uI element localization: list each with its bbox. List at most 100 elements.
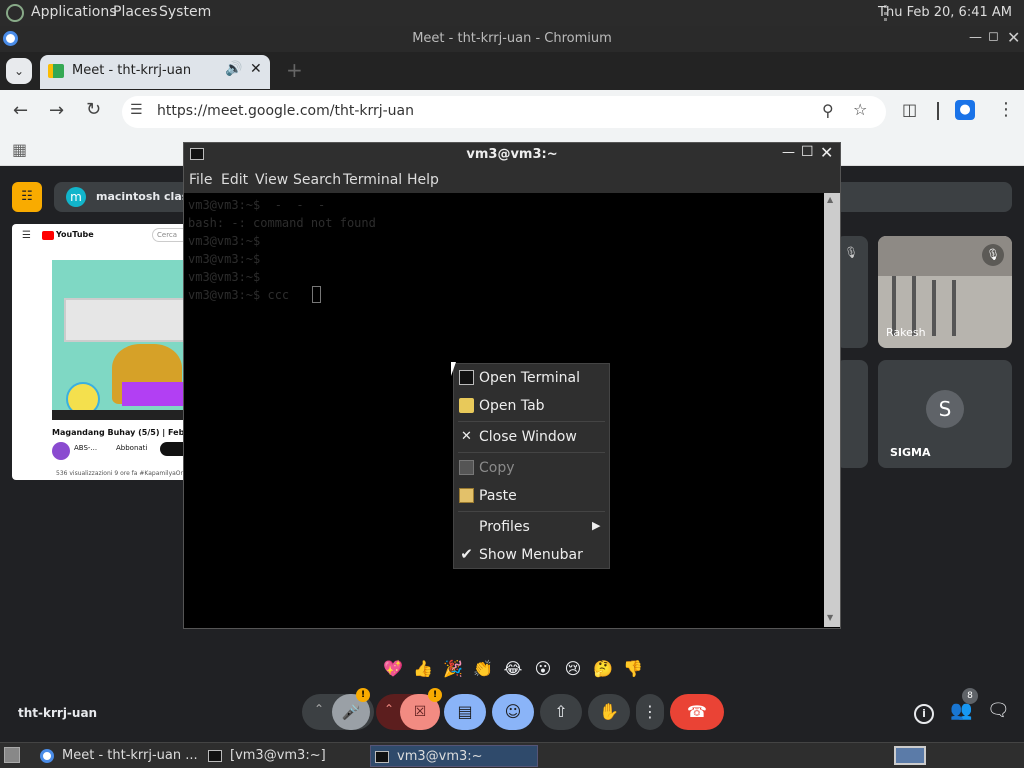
warning-badge-icon: ! xyxy=(356,688,370,702)
terminal-menubar: File Edit View Search Terminal Help xyxy=(184,167,840,193)
reaction-thumbs-down-icon[interactable]: 👎 xyxy=(620,656,646,682)
participant-name: Rakesh xyxy=(886,326,926,339)
profile-icon[interactable]: ● xyxy=(955,100,975,120)
terminal-scrollbar[interactable]: ▲ ▼ xyxy=(824,193,840,627)
video-title: Magandang Buhay (5/5) | Februa xyxy=(52,428,190,437)
omnibox[interactable]: ☰ https://meet.google.com/tht-krrj-uan ⚲… xyxy=(122,96,886,128)
menu-edit[interactable]: Edit xyxy=(221,172,248,188)
site-info-icon[interactable]: ☰ xyxy=(130,102,143,118)
reaction-heart-icon[interactable]: 💖 xyxy=(380,656,406,682)
new-tab-icon[interactable]: + xyxy=(286,58,303,82)
menu-label: Profiles xyxy=(479,519,530,535)
reaction-party-icon[interactable]: 🎉 xyxy=(440,656,466,682)
present-button[interactable]: ⇧ xyxy=(540,694,582,730)
youtube-logo-text: YouTube xyxy=(56,230,94,239)
menu-paste[interactable]: Paste xyxy=(454,483,609,509)
presenter-badge-icon: ☷ xyxy=(12,182,42,212)
show-desktop-icon[interactable] xyxy=(4,747,20,763)
taskbar-item-chromium[interactable]: Meet - tht-krrj-uan ... xyxy=(36,745,202,767)
taskbar-item-terminal-1[interactable]: [vm3@vm3:~] xyxy=(204,745,366,767)
close-icon[interactable]: ✕ xyxy=(820,143,833,162)
camera-options-icon[interactable]: ⌃ xyxy=(384,702,394,716)
chromium-icon xyxy=(40,749,54,763)
menu-profiles[interactable]: Profiles ▶ xyxy=(454,514,609,540)
reaction-clap-icon[interactable]: 👏 xyxy=(470,656,496,682)
terminal-context-menu: Open Terminal Open Tab ✕ Close Window Co… xyxy=(453,363,610,569)
mic-off-icon: 🎙 xyxy=(982,244,1004,266)
menu-show-menubar[interactable]: ✔ Show Menubar xyxy=(454,542,609,568)
workspace-switcher[interactable] xyxy=(894,746,926,765)
captions-button[interactable]: ▤ xyxy=(444,694,486,730)
clock[interactable]: Thu Feb 20, 6:41 AM xyxy=(878,5,1012,20)
taskbar-label: vm3@vm3:~ xyxy=(397,749,483,764)
bookmark-star-icon[interactable]: ☆ xyxy=(853,100,867,119)
taskbar-label: Meet - tht-krrj-uan ... xyxy=(62,748,198,763)
tab-list-button[interactable]: ⌄ xyxy=(6,58,32,84)
minimize-icon[interactable]: — xyxy=(969,30,982,45)
leave-call-button[interactable]: ☎ xyxy=(670,694,724,730)
extensions-icon[interactable]: ◫ xyxy=(902,100,917,119)
participant-tile-sigma[interactable]: S SIGMA xyxy=(878,360,1012,468)
close-icon: ✕ xyxy=(461,429,472,444)
terminal-icon xyxy=(375,751,389,763)
forward-icon[interactable]: → xyxy=(49,100,64,121)
reactions-button[interactable]: ☺ xyxy=(492,694,534,730)
info-icon[interactable]: i xyxy=(914,704,934,724)
mic-options-icon[interactable]: ⌃ xyxy=(314,702,324,716)
menu-terminal[interactable]: Terminal xyxy=(343,172,402,188)
reaction-laugh-icon[interactable]: 😂 xyxy=(500,656,526,682)
gnome-foot-icon[interactable] xyxy=(6,4,24,22)
taskbar-item-terminal-2[interactable]: vm3@vm3:~ xyxy=(370,745,538,767)
reaction-sad-icon[interactable]: 😢 xyxy=(560,656,586,682)
submenu-arrow-icon: ▶ xyxy=(592,519,601,532)
channel-avatar xyxy=(52,442,70,460)
channel-name: ABS-... xyxy=(74,444,98,452)
menu-open-terminal[interactable]: Open Terminal xyxy=(454,365,609,391)
copy-icon xyxy=(459,460,474,475)
terminal-icon xyxy=(459,370,474,385)
url-text[interactable]: https://meet.google.com/tht-krrj-uan xyxy=(157,103,414,119)
places-menu[interactable]: Places xyxy=(113,4,158,20)
terminal-line: vm3@vm3:~$ xyxy=(188,252,261,266)
menu-open-tab[interactable]: Open Tab xyxy=(454,393,609,419)
subscribe-button: Abbonati xyxy=(116,444,148,452)
menu-label: Copy xyxy=(479,460,515,476)
reaction-thinking-icon[interactable]: 🤔 xyxy=(590,656,616,682)
menu-help[interactable]: Help xyxy=(407,172,439,188)
system-menu[interactable]: System xyxy=(159,4,211,20)
terminal-line: vm3@vm3:~$ xyxy=(188,270,261,284)
terminal-titlebar[interactable]: vm3@vm3:~ — ☐ ✕ xyxy=(184,143,840,167)
chat-icon[interactable]: 🗨 xyxy=(987,700,1010,721)
maximize-icon[interactable]: ☐ xyxy=(801,144,814,160)
menu-file[interactable]: File xyxy=(189,172,212,188)
terminal-line: vm3@vm3:~$ ccc xyxy=(188,288,290,302)
minimize-icon[interactable]: — xyxy=(782,145,795,160)
participant-name: SIGMA xyxy=(890,446,931,459)
applications-menu[interactable]: Applications xyxy=(31,4,117,20)
speaker-icon[interactable]: 🔊 xyxy=(225,61,242,77)
menu-search[interactable]: Search xyxy=(293,172,341,188)
reaction-thumbs-up-icon[interactable]: 👍 xyxy=(410,656,436,682)
taskbar-label: [vm3@vm3:~] xyxy=(230,748,326,763)
menu-separator xyxy=(458,511,605,512)
tab-meet[interactable]: Meet - tht-krrj-uan 🔊 ✕ xyxy=(40,55,270,89)
zoom-icon[interactable]: ⚲ xyxy=(822,101,834,120)
participant-tile-rakesh[interactable]: 🎙 Rakesh xyxy=(878,236,1012,348)
views-line: 536 visualizzazioni 9 ore fa #KapamilyaO… xyxy=(56,470,188,477)
menu-close-window[interactable]: ✕ Close Window xyxy=(454,424,609,450)
tab-close-icon[interactable]: ✕ xyxy=(250,61,262,77)
raise-hand-button[interactable]: ✋ xyxy=(588,694,630,730)
more-options-icon[interactable]: ⋮ xyxy=(636,694,664,730)
shared-screen-tile[interactable]: ☰ YouTube Cerca Magandang Buhay (5/5) | … xyxy=(12,224,190,480)
apps-grid-icon[interactable]: ▦ xyxy=(12,140,27,159)
reload-icon[interactable]: ↻ xyxy=(86,99,101,120)
close-icon[interactable]: ✕ xyxy=(1007,28,1020,47)
menu-view[interactable]: View xyxy=(255,172,288,188)
back-icon[interactable]: ← xyxy=(13,100,28,121)
youtube-logo xyxy=(42,231,54,240)
kebab-menu-icon[interactable]: ⋮ xyxy=(997,99,1015,120)
reaction-surprised-icon[interactable]: 😮 xyxy=(530,656,556,682)
maximize-icon[interactable]: ◻ xyxy=(988,29,999,44)
mic-group: ⌃ 🎤 ! xyxy=(302,688,374,730)
menu-label: Open Terminal xyxy=(479,370,581,386)
